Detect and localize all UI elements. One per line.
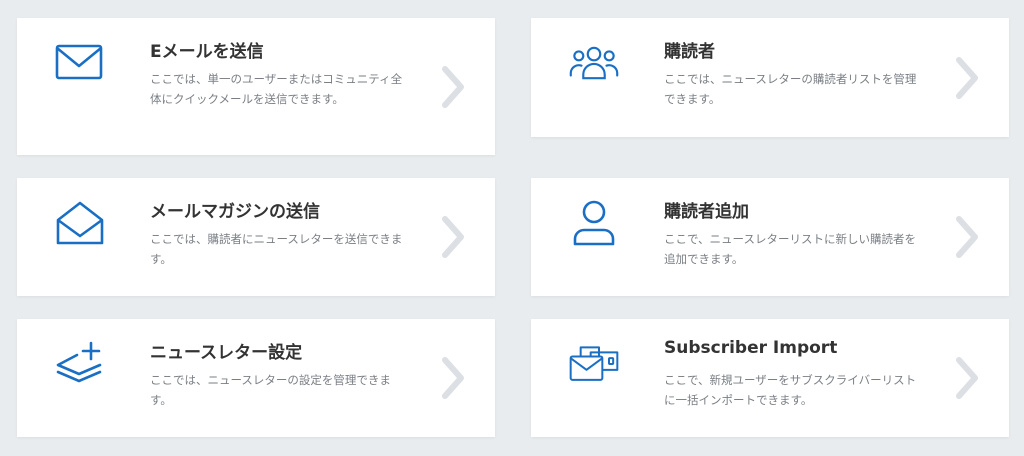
open-envelope-icon — [55, 200, 105, 246]
card-description: ここでは、ニュースレターの購読者リストを管理できます。 — [664, 72, 917, 106]
users-group-icon — [569, 40, 619, 86]
card-title: Eメールを送信 — [150, 42, 264, 62]
card-send-newsletter[interactable]: メールマガジンの送信 ここでは、購読者にニュースレターを送信できます。 — [17, 178, 495, 296]
card-title: Subscriber Import — [664, 338, 838, 358]
card-description: ここでは、単一のユーザーまたはコミュニティ全体にクイックメールを送信できます。 — [150, 72, 403, 106]
card-add-subscriber[interactable]: 購読者追加 ここで、ニュースレターリストに新しい購読者を追加できます。 — [531, 178, 1009, 296]
card-title: ニュースレター設定 — [150, 343, 303, 363]
envelope-icon — [55, 40, 105, 86]
card-newsletter-settings[interactable]: ニュースレター設定 ここでは、ニュースレターの設定を管理できます。 — [17, 319, 495, 437]
card-title: 購読者 — [664, 42, 715, 62]
chevron-right-icon — [437, 213, 467, 261]
card-subscriber-import[interactable]: Subscriber Import ここで、新規ユーザーをサブスクライバーリスト… — [531, 319, 1009, 437]
chevron-right-icon — [437, 63, 467, 111]
chevron-right-icon — [951, 213, 981, 261]
user-icon — [569, 200, 619, 246]
chevron-right-icon — [437, 354, 467, 402]
layers-plus-icon — [55, 341, 105, 387]
card-description: ここで、新規ユーザーをサブスクライバーリストに一括インポートできます。 — [664, 373, 917, 407]
card-subscribers[interactable]: 購読者 ここでは、ニュースレターの購読者リストを管理できます。 — [531, 18, 1009, 137]
card-description: ここでは、購読者にニュースレターを送信できます。 — [150, 232, 403, 266]
card-title: メールマガジンの送信 — [150, 202, 320, 222]
card-description: ここで、ニュースレターリストに新しい購読者を追加できます。 — [664, 232, 916, 266]
card-send-email[interactable]: Eメールを送信 ここでは、単一のユーザーまたはコミュニティ全体にクイックメールを… — [17, 18, 495, 155]
chevron-right-icon — [951, 354, 981, 402]
card-title: 購読者追加 — [664, 202, 749, 222]
card-description: ここでは、ニュースレターの設定を管理できます。 — [150, 373, 391, 407]
envelope-import-icon — [569, 341, 619, 387]
chevron-right-icon — [951, 54, 981, 102]
